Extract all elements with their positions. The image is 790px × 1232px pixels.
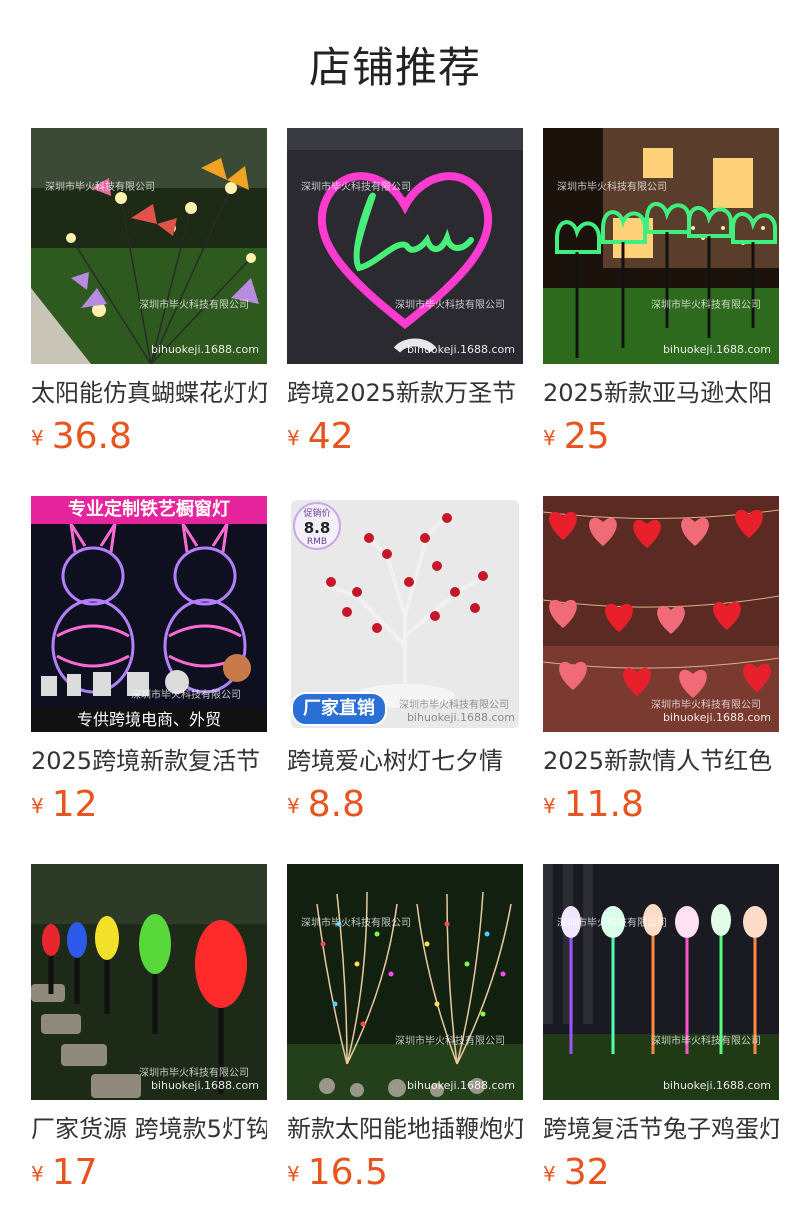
watermark-text: 深圳市毕火科技有限公司	[557, 918, 667, 929]
product-name[interactable]: 跨境2025新款万圣节	[287, 376, 523, 410]
watermark-text: 深圳市毕火科技有限公司	[651, 300, 761, 311]
watermark-text: 深圳市毕火科技有限公司	[301, 182, 411, 193]
product-card[interactable]: 深圳市毕火科技有限公司 深圳市毕火科技有限公司 bihuokeji.1688.c…	[287, 128, 523, 460]
watermark-text: 深圳市毕火科技有限公司	[395, 1036, 505, 1047]
promo-unit: RMB	[306, 537, 328, 547]
product-card[interactable]: 专业定制铁艺橱窗灯 专供跨境电商、外贸 深圳市毕火科技有限公司 2025跨境新款…	[31, 496, 267, 828]
product-card[interactable]: 深圳市毕火科技有限公司 深圳市毕火科技有限公司 bihuokeji.1688.c…	[31, 128, 267, 460]
product-image[interactable]: 促销价 8.8 RMB 厂家直销 深圳市毕火科技有限公司 bihuokeji.1…	[287, 496, 523, 732]
product-image[interactable]: 深圳市毕火科技有限公司 bihuokeji.1688.com	[543, 496, 779, 732]
product-card[interactable]: 深圳市毕火科技有限公司 深圳市毕火科技有限公司 bihuokeji.1688.c…	[543, 128, 779, 460]
currency-symbol: ¥	[31, 426, 44, 450]
currency-symbol: ¥	[543, 426, 556, 450]
watermark-text: 深圳市毕火科技有限公司	[131, 690, 241, 701]
product-price: ¥42	[287, 416, 523, 460]
product-price: ¥12	[31, 784, 267, 828]
product-banner-top: 专业定制铁艺橱窗灯	[31, 496, 267, 524]
watermark-text: 深圳市毕火科技有限公司	[651, 700, 761, 711]
watermark-text: 深圳市毕火科技有限公司	[45, 182, 155, 193]
price-value: 17	[51, 1152, 98, 1193]
product-name[interactable]: 新款太阳能地插鞭炮灯	[287, 1112, 523, 1146]
product-price: ¥36.8	[31, 416, 267, 460]
product-image[interactable]: 深圳市毕火科技有限公司 深圳市毕火科技有限公司 bihuokeji.1688.c…	[287, 864, 523, 1100]
product-image[interactable]: 深圳市毕火科技有限公司 深圳市毕火科技有限公司 bihuokeji.1688.c…	[543, 864, 779, 1100]
promo-label: 促销价	[303, 509, 331, 519]
price-value: 36.8	[51, 416, 132, 457]
product-name[interactable]: 跨境爱心树灯七夕情	[287, 744, 523, 778]
product-price: ¥32	[543, 1152, 779, 1196]
product-image[interactable]: 专业定制铁艺橱窗灯 专供跨境电商、外贸 深圳市毕火科技有限公司	[31, 496, 267, 732]
watermark-site: bihuokeji.1688.com	[406, 711, 515, 724]
currency-symbol: ¥	[287, 426, 300, 450]
page-title: 店铺推荐	[308, 43, 481, 92]
product-image[interactable]: 深圳市毕火科技有限公司 深圳市毕火科技有限公司 bihuokeji.1688.c…	[287, 128, 523, 364]
product-card[interactable]: 促销价 8.8 RMB 厂家直销 深圳市毕火科技有限公司 bihuokeji.1…	[287, 496, 523, 828]
product-name[interactable]: 太阳能仿真蝴蝶花灯灯	[31, 376, 267, 410]
currency-symbol: ¥	[31, 794, 44, 818]
price-value: 32	[563, 1152, 610, 1193]
watermark-site: bihuokeji.1688.com	[662, 343, 771, 356]
product-image[interactable]: 深圳市毕火科技有限公司 深圳市毕火科技有限公司 bihuokeji.1688.c…	[31, 128, 267, 364]
price-value: 25	[563, 416, 610, 457]
product-image[interactable]: 深圳市毕火科技有限公司 深圳市毕火科技有限公司 bihuokeji.1688.c…	[543, 128, 779, 364]
currency-symbol: ¥	[287, 1162, 300, 1186]
product-card[interactable]: 深圳市毕火科技有限公司 深圳市毕火科技有限公司 bihuokeji.1688.c…	[287, 864, 523, 1196]
watermark-text: 深圳市毕火科技有限公司	[139, 1068, 249, 1079]
product-card[interactable]: 深圳市毕火科技有限公司 深圳市毕火科技有限公司 bihuokeji.1688.c…	[543, 864, 779, 1196]
watermark-site: bihuokeji.1688.com	[662, 1079, 771, 1092]
product-name[interactable]: 2025新款情人节红色	[543, 744, 779, 778]
watermark-text: 深圳市毕火科技有限公司	[395, 300, 505, 311]
watermark-text: 深圳市毕火科技有限公司	[301, 918, 411, 929]
price-value: 11.8	[563, 784, 644, 825]
currency-symbol: ¥	[287, 794, 300, 818]
product-name[interactable]: 2025新款亚马逊太阳	[543, 376, 779, 410]
watermark-text: 深圳市毕火科技有限公司	[399, 700, 509, 711]
promo-price-badge: 促销价 8.8 RMB	[293, 502, 341, 550]
product-price: ¥17	[31, 1152, 267, 1196]
product-name[interactable]: 跨境复活节兔子鸡蛋灯	[543, 1112, 779, 1146]
product-name[interactable]: 2025跨境新款复活节	[31, 744, 267, 778]
watermark-text: 深圳市毕火科技有限公司	[139, 300, 249, 311]
product-card[interactable]: 深圳市毕火科技有限公司 bihuokeji.1688.com 厂家货源 跨境款5…	[31, 864, 267, 1196]
watermark-site: bihuokeji.1688.com	[662, 711, 771, 724]
product-price: ¥8.8	[287, 784, 523, 828]
watermark-text: 深圳市毕火科技有限公司	[651, 1036, 761, 1047]
watermark-site: bihuokeji.1688.com	[406, 1079, 515, 1092]
price-value: 12	[51, 784, 98, 825]
watermark-site: bihuokeji.1688.com	[150, 1079, 259, 1092]
price-value: 42	[307, 416, 354, 457]
product-image[interactable]: 深圳市毕火科技有限公司 bihuokeji.1688.com	[31, 864, 267, 1100]
product-price: ¥16.5	[287, 1152, 523, 1196]
watermark-text: 深圳市毕火科技有限公司	[557, 182, 667, 193]
product-price: ¥25	[543, 416, 779, 460]
price-value: 8.8	[307, 784, 365, 825]
watermark-site: bihuokeji.1688.com	[406, 343, 515, 356]
price-value: 16.5	[307, 1152, 388, 1193]
currency-symbol: ¥	[31, 1162, 44, 1186]
product-name[interactable]: 厂家货源 跨境款5灯钩	[31, 1112, 267, 1146]
currency-symbol: ¥	[543, 794, 556, 818]
currency-symbol: ¥	[543, 1162, 556, 1186]
factory-direct-badge: 厂家直销	[291, 692, 387, 726]
product-price: ¥11.8	[543, 784, 779, 828]
product-banner-bottom: 专供跨境电商、外贸	[31, 708, 267, 732]
promo-value: 8.8	[303, 519, 331, 537]
product-card[interactable]: 深圳市毕火科技有限公司 bihuokeji.1688.com 2025新款情人节…	[543, 496, 779, 828]
watermark-site: bihuokeji.1688.com	[150, 343, 259, 356]
